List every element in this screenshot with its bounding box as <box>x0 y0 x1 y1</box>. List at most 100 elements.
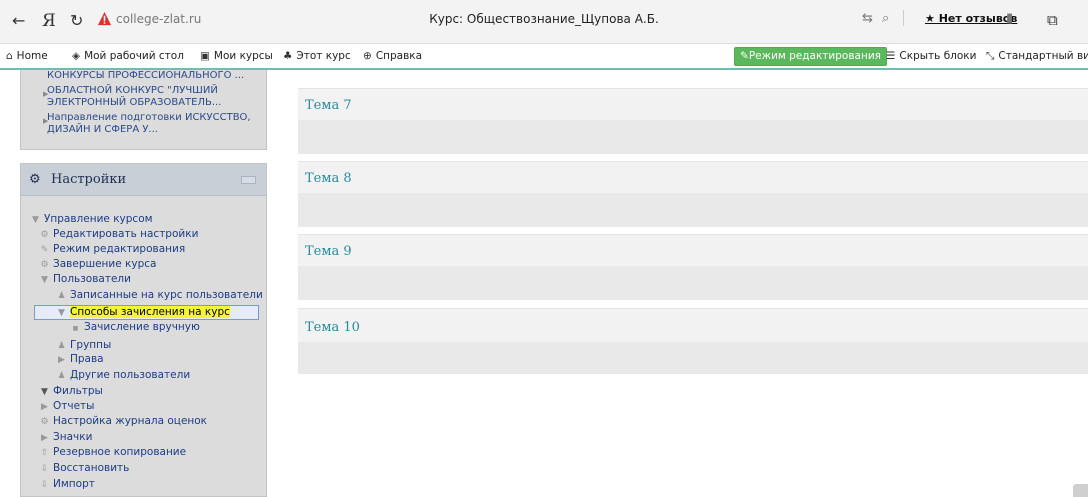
settings-header: ⚙ Настройки <box>21 164 266 196</box>
triangle-down-icon: ▼ <box>41 275 48 285</box>
sitemap-icon: ♣ <box>283 50 293 62</box>
tree-item-course-admin[interactable]: ▼ Управление курсом <box>30 213 153 227</box>
dashboard-icon: ◈ <box>72 50 81 62</box>
tree-label: Настройка журнала оценок <box>53 415 208 427</box>
triangle-right-icon: ▶ <box>41 402 48 412</box>
edit-mode-button[interactable]: ✎Режим редактирования <box>734 47 887 66</box>
nav-home[interactable]: ⌂ Home <box>6 50 48 62</box>
topic-header: Тема 7 <box>298 88 1088 120</box>
tree-item-edit-settings[interactable]: ⚙ Редактировать настройки <box>39 228 198 242</box>
bullet-icon: ■ <box>72 325 79 332</box>
expand-icon: ⤡ <box>986 50 995 62</box>
scroll-corner[interactable] <box>1073 484 1088 497</box>
tree-item-permissions[interactable]: ▶ Права <box>56 353 104 367</box>
page-title: Курс: Обществознание_Щупова А.Б. <box>429 12 659 26</box>
search-icon[interactable]: ⌕ <box>882 11 889 26</box>
reload-icon[interactable]: ↻ <box>70 13 83 29</box>
translate-icon[interactable]: ⇆ <box>862 11 873 26</box>
gears-icon: ⚙ <box>29 172 41 187</box>
tree-item-manual-enrolment[interactable]: ■ Зачисление вручную <box>70 321 200 335</box>
import-icon: ⇩ <box>40 480 49 490</box>
back-arrow-icon[interactable]: ← <box>12 13 25 29</box>
nav-this-course-label: Этот курс <box>296 50 351 62</box>
nav-my-courses[interactable]: ▣ Мои курсы <box>200 50 273 62</box>
topic-body <box>298 193 1088 227</box>
nav-help-label: Справка <box>375 50 423 62</box>
reviews-link[interactable]: ★ Нет отзывов <box>925 12 1017 25</box>
standard-view-label: Стандартный вид <box>998 50 1088 62</box>
tree-label: Режим редактирования <box>53 243 186 255</box>
tree-item-badges[interactable]: ▶ Значки <box>39 431 92 445</box>
downloads-icon[interactable]: ⧉ <box>1047 11 1058 29</box>
triangle-right-icon: ▶ <box>58 355 65 365</box>
topic-title[interactable]: Тема 10 <box>305 320 360 335</box>
tree-label: Пользователи <box>53 273 131 285</box>
course-list-block: КОНКУРСЫ ПРОФЕССИОНАЛЬНОГО ... ▶ ОБЛАСТН… <box>20 70 267 150</box>
tree-item-groups[interactable]: ♟ Группы <box>56 339 111 353</box>
filter-icon: ▼ <box>41 387 48 397</box>
tree-item-enrolled-users[interactable]: ♟ Записанные на курс пользователи <box>56 289 262 303</box>
hide-blocks-button[interactable]: ☰ Скрыть блоки <box>886 50 976 62</box>
course-link[interactable]: ЭЛЕКТРОННЫЙ ОБРАЗОВАТЕЛЬ... <box>47 97 262 108</box>
tree-label: Группы <box>70 339 112 351</box>
course-link[interactable]: ОБЛАСТНОЙ КОНКУРС "ЛУЧШИЙ <box>47 85 262 96</box>
group-icon: ♟ <box>57 341 66 351</box>
course-link[interactable]: ДИЗАЙН И СФЕРА У... <box>47 124 262 135</box>
tree-item-users[interactable]: ▼ Пользователи <box>39 273 131 287</box>
yandex-logo-icon[interactable]: Я <box>42 13 56 30</box>
topic-header: Тема 8 <box>298 161 1088 193</box>
tree-label: Зачисление вручную <box>84 321 200 333</box>
nav-help[interactable]: ⊕ Справка <box>363 50 422 62</box>
standard-view-button[interactable]: ⤡ Стандартный вид <box>986 50 1088 63</box>
tree-item-enrolment-methods[interactable]: ▼ Способы зачисления на курс <box>56 306 230 320</box>
tree-item-gradebook-setup[interactable]: ⚙ Настройка журнала оценок <box>39 415 207 429</box>
tree-item-filters[interactable]: ▼ Фильтры <box>39 385 103 399</box>
briefcase-icon: ▣ <box>200 50 210 62</box>
topic-section: Тема 9 <box>298 234 1088 300</box>
settings-title: Настройки <box>51 172 127 187</box>
topic-title[interactable]: Тема 7 <box>305 98 352 113</box>
tree-item-edit-mode[interactable]: ✎ Режим редактирования <box>39 243 185 257</box>
triangle-down-icon: ▼ <box>32 215 39 225</box>
course-link[interactable]: Направление подготовки ИСКУССТВО, <box>47 112 262 123</box>
tree-label: Восстановить <box>53 462 130 474</box>
tree-label: Значки <box>53 431 93 443</box>
warning-icon[interactable] <box>97 11 112 26</box>
tree-item-course-completion[interactable]: ⚙ Завершение курса <box>39 258 156 272</box>
user-icon: ♟ <box>57 371 66 381</box>
user-icon: ♟ <box>57 291 66 301</box>
topic-title[interactable]: Тема 9 <box>305 244 352 259</box>
tree-item-restore[interactable]: ⇩ Восстановить <box>39 462 130 476</box>
hide-blocks-label: Скрыть блоки <box>899 50 977 62</box>
address-bar[interactable]: college-zlat.ru <box>116 12 201 26</box>
bookmark-icon[interactable]: ▮ <box>1006 11 1013 26</box>
topic-title[interactable]: Тема 8 <box>305 171 352 186</box>
tree-item-import[interactable]: ⇩ Импорт <box>39 478 95 492</box>
tree-item-reports[interactable]: ▶ Отчеты <box>39 400 94 414</box>
tree-label: Отчеты <box>53 400 95 412</box>
nav-dashboard-label: Мой рабочий стол <box>84 50 184 62</box>
gear-icon: ⚙ <box>40 417 49 427</box>
collapse-block-icon[interactable] <box>241 176 256 184</box>
tree-item-backup[interactable]: ⇧ Резервное копирование <box>39 446 186 460</box>
edit-mode-label: Режим редактирования <box>748 50 881 62</box>
tree-item-other-users[interactable]: ♟ Другие пользователи <box>56 369 190 383</box>
course-link[interactable]: КОНКУРСЫ ПРОФЕССИОНАЛЬНОГО ... <box>47 70 262 81</box>
nav-this-course[interactable]: ♣ Этот курс <box>283 50 351 62</box>
topic-section: Тема 8 <box>298 161 1088 227</box>
edit-icon: ✎ <box>740 50 749 62</box>
topic-section: Тема 7 <box>298 88 1088 154</box>
list-icon: ☰ <box>886 50 896 62</box>
tree-label: Другие пользователи <box>70 369 191 381</box>
browser-toolbar: ← Я ↻ college-zlat.ru Курс: Обществознан… <box>0 0 1088 44</box>
nav-my-courses-label: Мои курсы <box>213 50 273 62</box>
topic-body <box>298 266 1088 300</box>
home-icon: ⌂ <box>6 50 13 62</box>
triangle-down-icon: ▼ <box>58 308 65 318</box>
topic-body <box>298 120 1088 154</box>
tree-label: Редактировать настройки <box>53 228 199 240</box>
nav-dashboard[interactable]: ◈ Мой рабочий стол <box>72 50 184 62</box>
divider <box>903 10 904 26</box>
tree-label: Импорт <box>53 478 95 490</box>
pencil-icon: ✎ <box>40 245 49 255</box>
